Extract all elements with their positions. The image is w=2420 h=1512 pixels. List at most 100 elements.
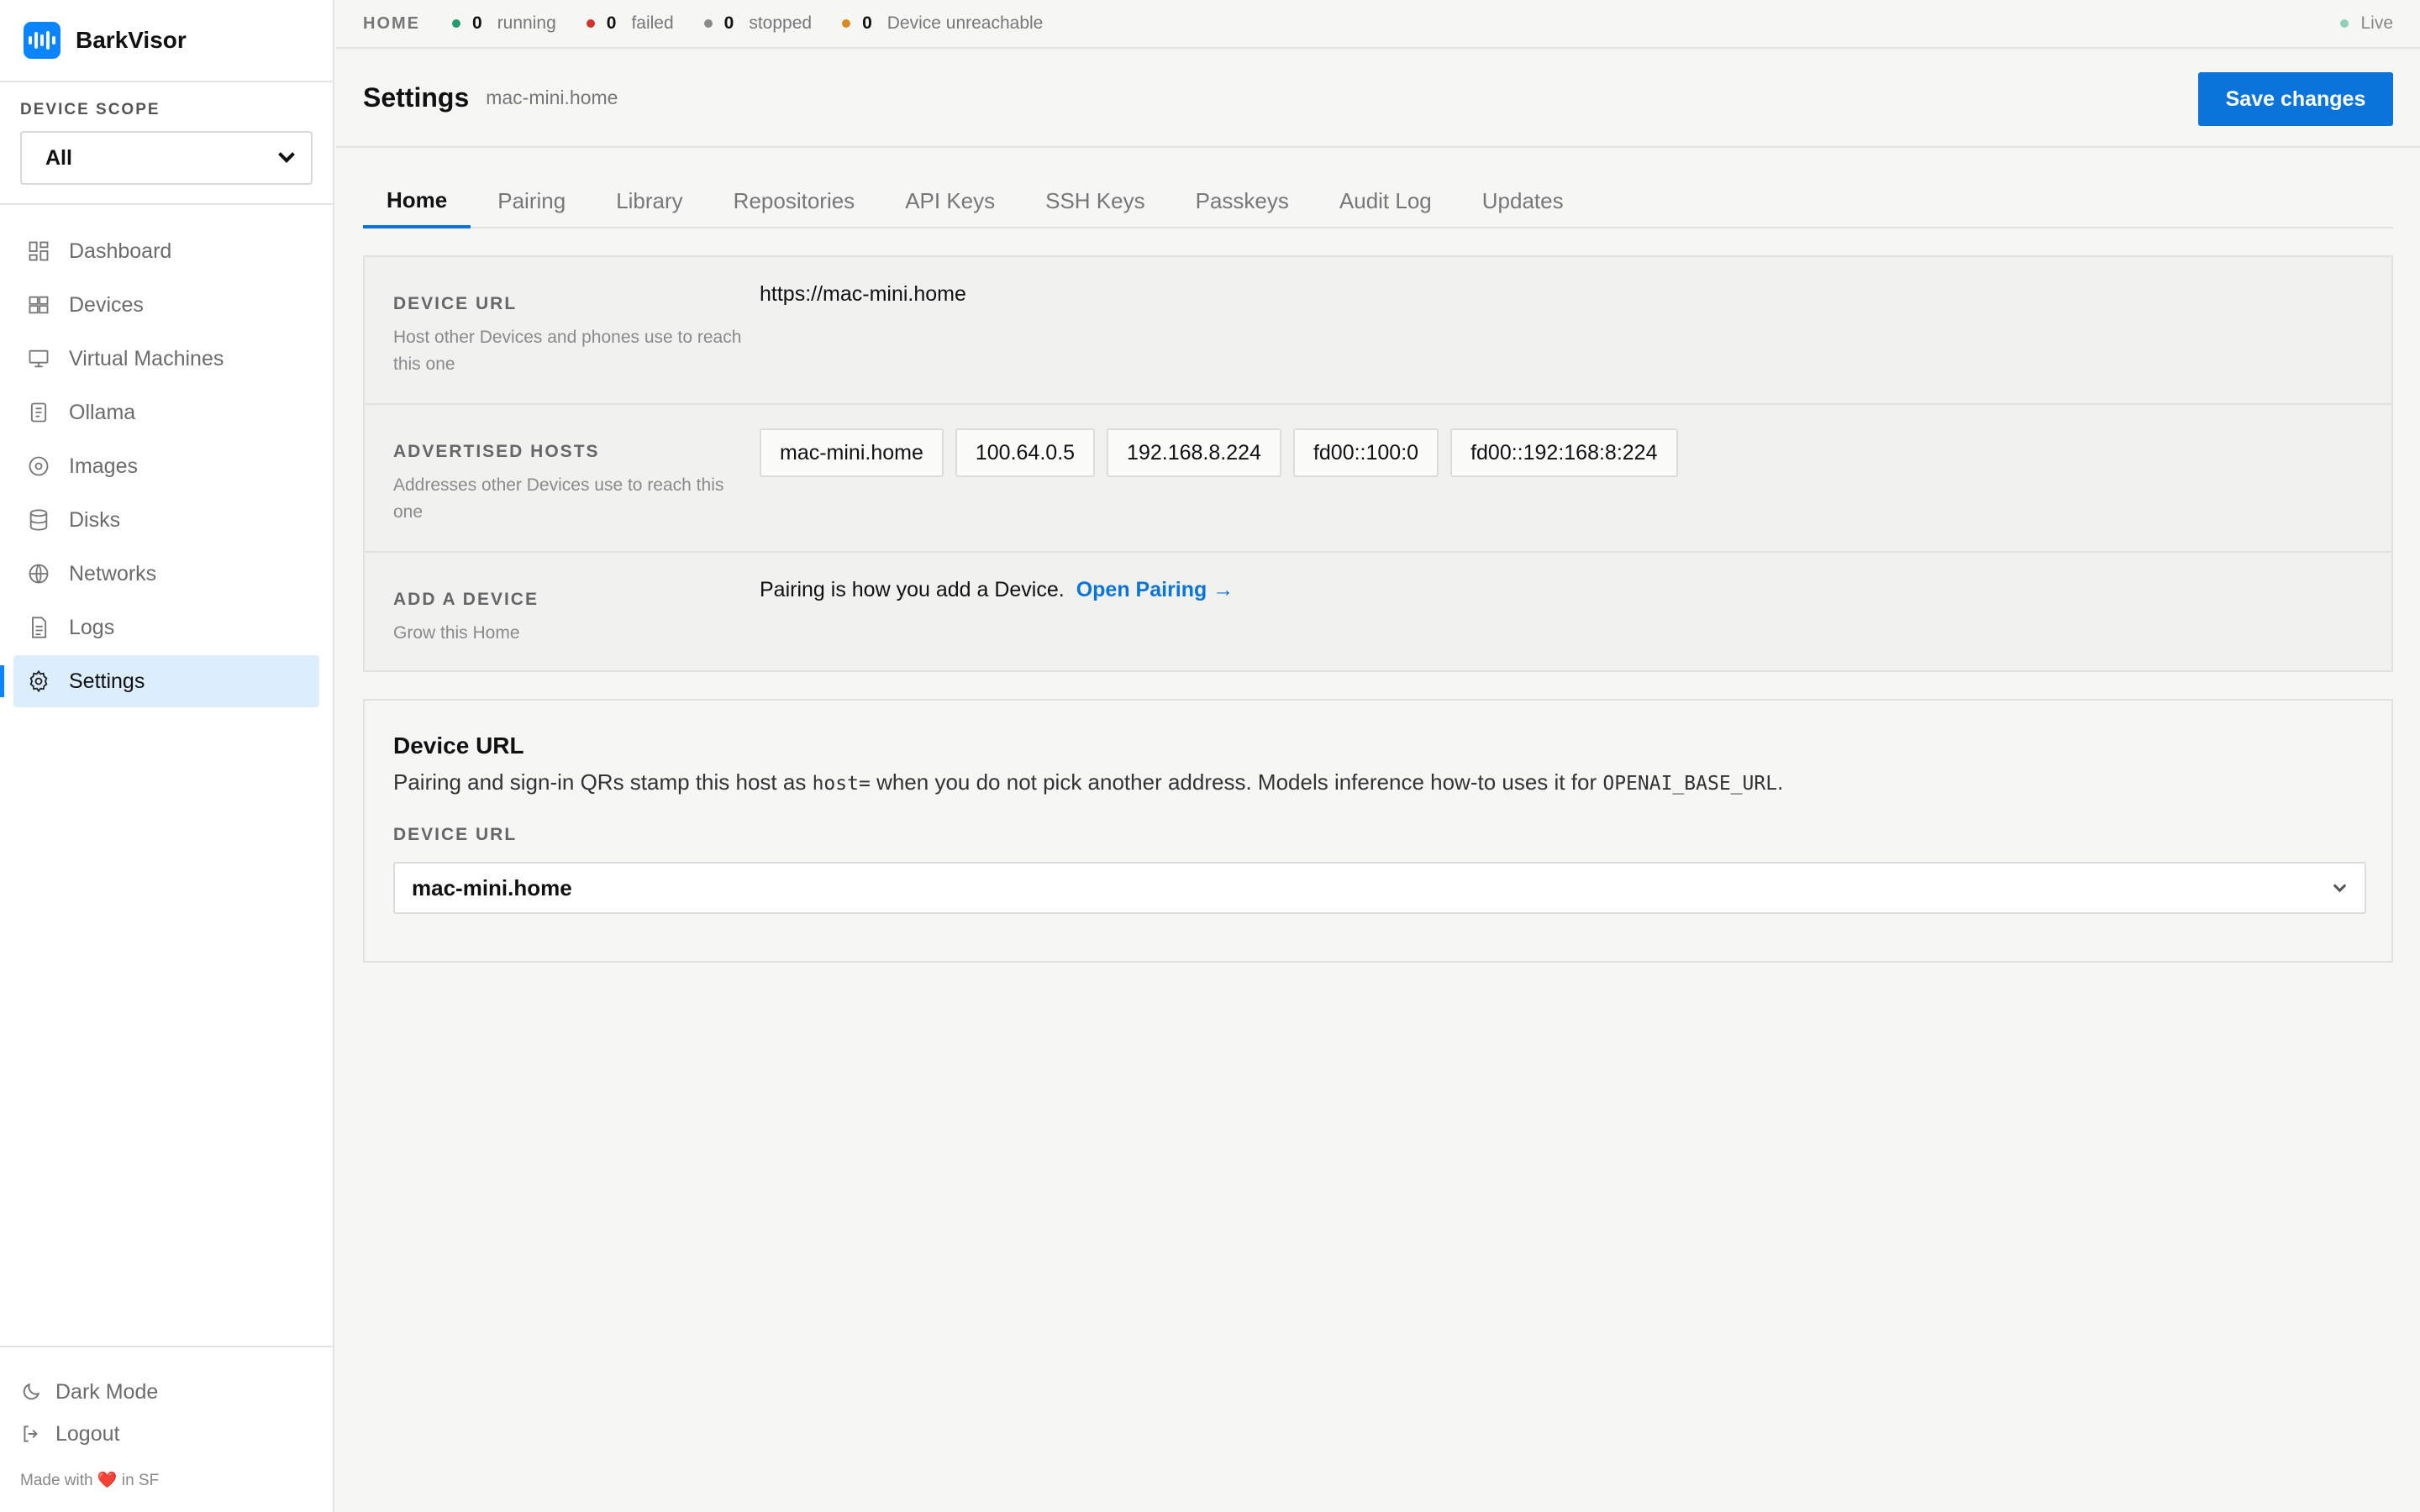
sidebar-item-label: Devices: [69, 292, 144, 317]
brand[interactable]: BarkVisor: [0, 0, 333, 82]
setting-label: DEVICE URL: [393, 294, 518, 313]
sidebar-item-devices[interactable]: Devices: [13, 279, 319, 331]
sidebar-nav: Dashboard Devices Virtual Machines Ollam…: [0, 205, 333, 707]
sidebar-item-label: Disks: [69, 507, 121, 532]
tab-pairing[interactable]: Pairing: [474, 175, 589, 227]
tab-home[interactable]: Home: [363, 175, 471, 228]
sidebar-item-ollama[interactable]: Ollama: [13, 386, 319, 438]
chevron-down-icon: [2333, 879, 2347, 892]
logout-button[interactable]: Logout: [20, 1413, 313, 1455]
tab-audit-log[interactable]: Audit Log: [1316, 175, 1455, 227]
status-label: running: [497, 13, 556, 33]
device-url-value: https://mac-mini.home: [760, 282, 966, 306]
device-url-section: Device URL Pairing and sign-in QRs stamp…: [363, 699, 2393, 963]
host-chip: 100.64.0.5: [955, 428, 1096, 477]
sidebar-item-label: Dashboard: [69, 239, 172, 263]
dark-mode-label: Dark Mode: [55, 1379, 159, 1404]
section-title: Device URL: [393, 732, 524, 759]
made-with-prefix: Made with: [20, 1472, 93, 1489]
status-dot: [586, 19, 595, 28]
code-openai-base-url: OPENAI_BASE_URL: [1602, 773, 1778, 795]
tab-library[interactable]: Library: [592, 175, 706, 227]
ollama-icon: [30, 402, 47, 423]
save-changes-button[interactable]: Save changes: [2198, 72, 2393, 126]
tab-passkeys[interactable]: Passkeys: [1172, 175, 1313, 227]
setting-label: ADD A DEVICE: [393, 590, 539, 609]
status-bar: HOME 0 running 0 failed 0 stopped 0 Devi…: [336, 0, 2420, 49]
host-chip: 192.168.8.224: [1107, 428, 1281, 477]
device-scope-select[interactable]: All: [20, 131, 313, 185]
app-name: BarkVisor: [76, 27, 187, 53]
code-host: host=: [812, 773, 871, 795]
tab-repositories[interactable]: Repositories: [710, 175, 879, 227]
file-text-icon: [32, 617, 47, 638]
sidebar-item-networks[interactable]: Networks: [13, 548, 319, 600]
sidebar-item-images[interactable]: Images: [13, 440, 319, 492]
status-label: Device unreachable: [886, 13, 1044, 33]
status-dot: [842, 19, 851, 28]
description-text: when you do not pick another address. Mo…: [876, 769, 1597, 795]
status-label: stopped: [749, 13, 813, 33]
device-scope: DEVICE SCOPE All: [0, 82, 333, 205]
add-device-text-row: Pairing is how you add a Device. Open Pai…: [760, 578, 1234, 602]
page-subtitle: mac-mini.home: [486, 86, 618, 108]
page-header: Settings mac-mini.home Save changes: [336, 49, 2420, 148]
tab-api-keys[interactable]: API Keys: [881, 175, 1018, 227]
setting-label: ADVERTISED HOSTS: [393, 442, 600, 461]
sidebar-item-label: Settings: [69, 669, 145, 693]
sidebar-item-label: Virtual Machines: [69, 346, 224, 370]
made-with-footer: Made with ❤️ in SF: [20, 1470, 313, 1490]
status-unreachable[interactable]: 0 Device unreachable: [842, 13, 1043, 34]
logout-label: Logout: [55, 1421, 120, 1446]
add-device-text: Pairing is how you add a Device.: [760, 578, 1065, 601]
status-dot: [452, 19, 460, 28]
field-label: DEVICE URL: [393, 825, 518, 844]
heart-icon: ❤️: [97, 1472, 118, 1489]
setting-row-add-device: ADD A DEVICE Grow this Home Pairing is h…: [365, 553, 2391, 670]
setting-row-device-url: DEVICE URL Host other Devices and phones…: [365, 257, 2391, 405]
device-url-select-value: mac-mini.home: [412, 874, 572, 900]
setting-row-advertised-hosts: ADVERTISED HOSTS Addresses other Devices…: [365, 405, 2391, 553]
status-stopped[interactable]: 0 stopped: [703, 13, 813, 34]
host-chip: fd00::100:0: [1292, 428, 1439, 477]
section-description: Pairing and sign-in QRs stamp this host …: [393, 769, 1783, 795]
sidebar-item-virtual-machines[interactable]: Virtual Machines: [13, 333, 319, 385]
sidebar: BarkVisor DEVICE SCOPE All Dashboard Dev…: [0, 0, 334, 1512]
devices-icon: [29, 296, 49, 314]
sidebar-item-label: Networks: [69, 561, 157, 585]
device-scope-label: DEVICE SCOPE: [20, 101, 160, 118]
advertised-host-list: mac-mini.home 100.64.0.5 192.168.8.224 f…: [760, 428, 1678, 477]
moon-icon: [23, 1383, 40, 1400]
sidebar-item-disks[interactable]: Disks: [13, 494, 319, 546]
setting-description: Grow this Home: [393, 623, 520, 643]
sidebar-item-settings[interactable]: Settings: [0, 655, 319, 707]
waveform-icon: [24, 22, 60, 59]
status-failed[interactable]: 0 failed: [586, 13, 674, 34]
disc-icon: [29, 456, 49, 476]
sidebar-item-dashboard[interactable]: Dashboard: [13, 225, 319, 277]
live-dot: [2340, 19, 2349, 28]
page-title: Settings: [363, 81, 470, 113]
live-indicator: Live: [2340, 13, 2393, 34]
sidebar-item-logs[interactable]: Logs: [13, 601, 319, 654]
globe-icon: [29, 564, 49, 584]
sidebar-footer: Dark Mode Logout Made with ❤️ in SF: [0, 1346, 333, 1512]
device-url-select[interactable]: mac-mini.home: [393, 862, 2366, 914]
setting-description: Addresses other Devices use to reach thi…: [393, 475, 724, 522]
status-count: 0: [472, 13, 482, 33]
status-label: failed: [631, 13, 674, 33]
breadcrumb[interactable]: HOME: [363, 14, 420, 34]
dashboard-icon: [29, 241, 49, 261]
sidebar-item-label: Logs: [69, 615, 115, 639]
dark-mode-toggle[interactable]: Dark Mode: [20, 1371, 313, 1413]
status-count: 0: [723, 13, 734, 33]
status-running[interactable]: 0 running: [452, 13, 556, 34]
sidebar-item-label: Images: [69, 454, 138, 478]
description-text: .: [1777, 769, 1784, 795]
status-count: 0: [862, 13, 872, 33]
tab-updates[interactable]: Updates: [1459, 175, 1587, 227]
setting-description: Host other Devices and phones use to rea…: [393, 328, 742, 374]
tab-ssh-keys[interactable]: SSH Keys: [1022, 175, 1169, 227]
status-count: 0: [606, 13, 617, 33]
open-pairing-link[interactable]: Open Pairing →: [1076, 578, 1234, 601]
